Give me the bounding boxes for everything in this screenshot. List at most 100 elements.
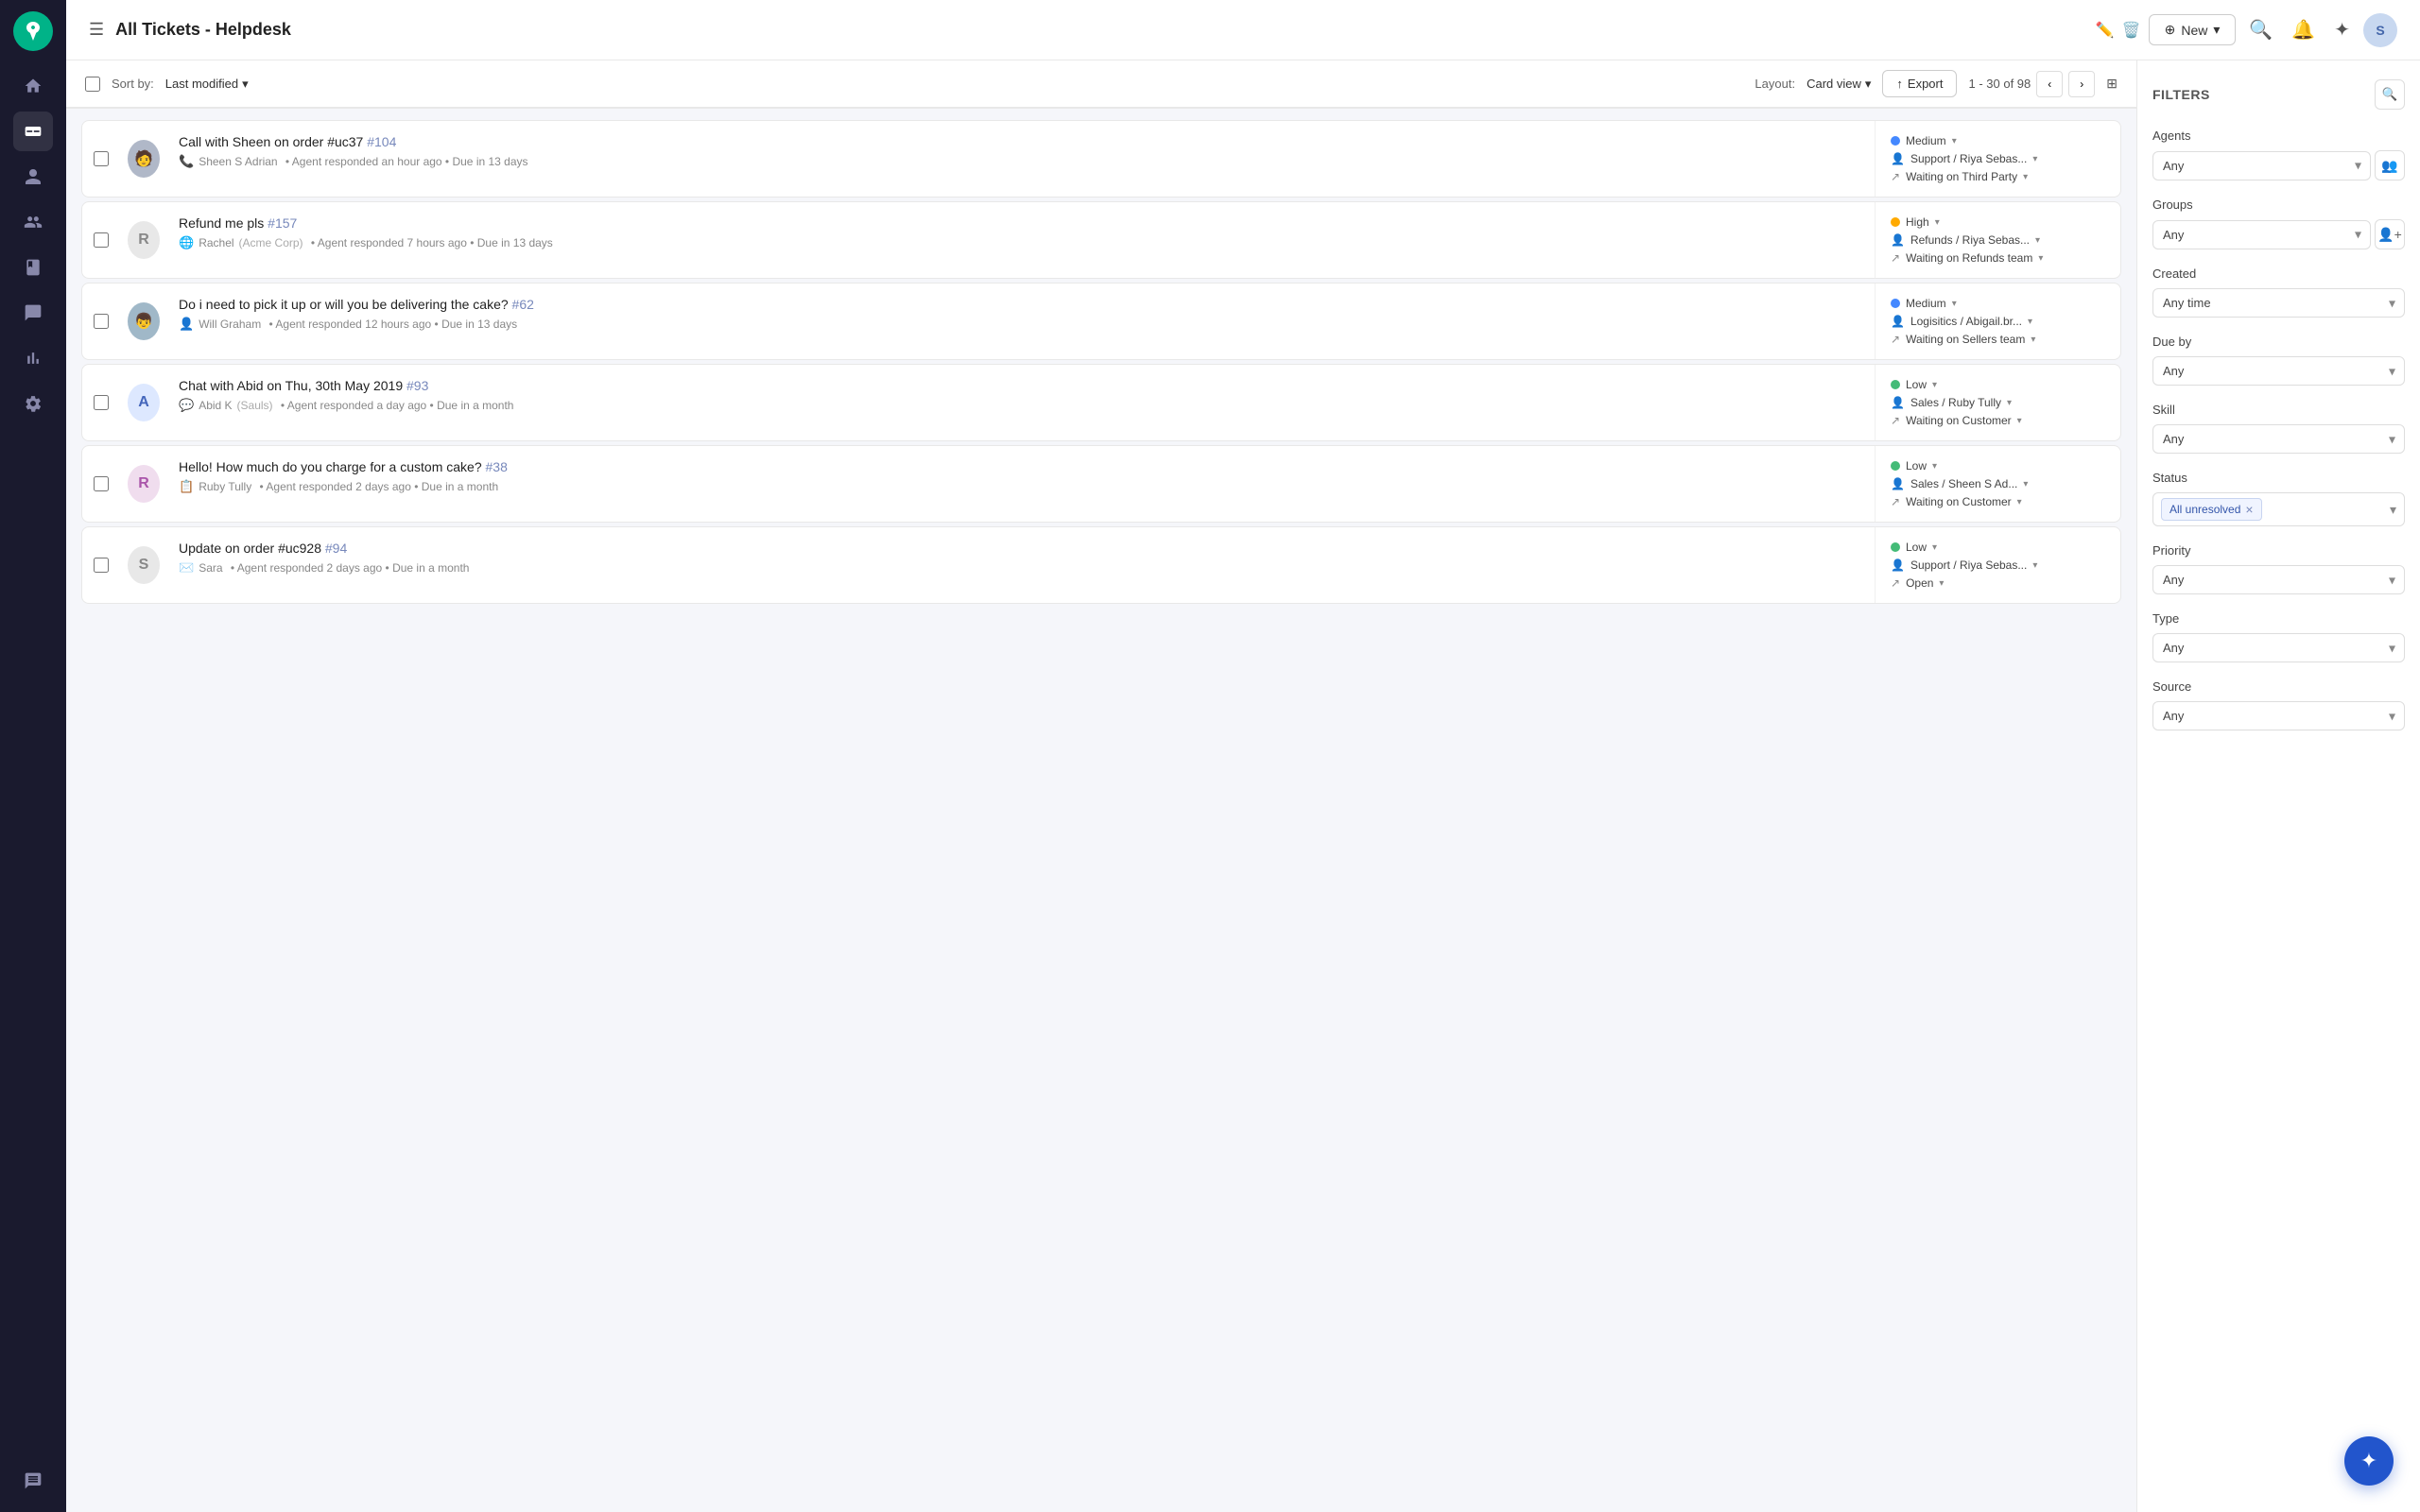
source-select[interactable]: Any: [2152, 701, 2405, 730]
groups-select[interactable]: Any: [2152, 220, 2371, 249]
priority-row[interactable]: Low ▾: [1891, 459, 2105, 472]
ticket-number: #93: [406, 378, 428, 393]
ticket-checkbox[interactable]: [94, 476, 109, 491]
sidebar-item-analytics[interactable]: [13, 338, 53, 378]
sidebar-item-knowledge[interactable]: [13, 248, 53, 287]
created-select[interactable]: Any time: [2152, 288, 2405, 318]
help-button[interactable]: ✦: [2344, 1436, 2394, 1486]
ticket-avatar: R: [120, 446, 167, 522]
sort-button[interactable]: Last modified ▾: [165, 77, 249, 92]
ticket-checkbox[interactable]: [94, 395, 109, 410]
status-row[interactable]: ↗ Waiting on Sellers team ▾: [1891, 333, 2105, 346]
skill-select[interactable]: Any: [2152, 424, 2405, 454]
team-row[interactable]: 👤 Refunds / Riya Sebas... ▾: [1891, 233, 2105, 247]
status-row[interactable]: ↗ Waiting on Customer ▾: [1891, 414, 2105, 427]
agents-select[interactable]: Any: [2152, 151, 2371, 180]
type-select[interactable]: Any: [2152, 633, 2405, 662]
ticket-card[interactable]: R Refund me pls #157 🌐 Rachel (Acme Corp…: [81, 201, 2121, 279]
priority-row[interactable]: Low ▾: [1891, 378, 2105, 391]
priority-row[interactable]: Low ▾: [1891, 541, 2105, 554]
sidebar-item-contacts[interactable]: [13, 157, 53, 197]
ai-button[interactable]: ✦: [2328, 12, 2356, 47]
trash-icon[interactable]: 🗑️: [2122, 21, 2141, 40]
priority-select[interactable]: Any: [2152, 565, 2405, 594]
status-dropdown-chevron[interactable]: ▾: [2390, 502, 2396, 518]
ticket-card[interactable]: S Update on order #uc928 #94 ✉️ Sara • A…: [81, 526, 2121, 604]
ticket-checkbox[interactable]: [94, 314, 109, 329]
ticket-card[interactable]: 👦 Do i need to pick it up or will you be…: [81, 283, 2121, 360]
sidebar-item-tickets[interactable]: [13, 112, 53, 151]
ticket-card[interactable]: A Chat with Abid on Thu, 30th May 2019 #…: [81, 364, 2121, 441]
priority-row[interactable]: Medium ▾: [1891, 134, 2105, 147]
status-icon: ↗: [1891, 251, 1900, 265]
priority-label: Medium: [1906, 134, 1946, 147]
filter-due-by: Due by Any: [2152, 335, 2405, 386]
export-icon: ↑: [1896, 77, 1903, 91]
menu-icon[interactable]: ☰: [89, 20, 104, 40]
due-by-select[interactable]: Any: [2152, 356, 2405, 386]
ticket-main: Hello! How much do you charge for a cust…: [167, 446, 1875, 522]
agents-assign-icon[interactable]: 👥: [2375, 150, 2405, 180]
layout-button[interactable]: Card view ▾: [1806, 77, 1871, 92]
sidebar-item-home[interactable]: [13, 66, 53, 106]
ticket-checkbox[interactable]: [94, 232, 109, 248]
content-area: Sort by: Last modified ▾ Layout: Card vi…: [66, 60, 2420, 1512]
prev-page-button[interactable]: ‹: [2036, 71, 2063, 97]
ticket-checkbox[interactable]: [94, 558, 109, 573]
status-chevron: ▾: [2031, 335, 2035, 345]
ticket-title: Chat with Abid on Thu, 30th May 2019 #93: [179, 378, 1863, 393]
search-button[interactable]: 🔍: [2243, 12, 2278, 47]
export-button[interactable]: ↑ Export: [1882, 70, 1957, 97]
status-label: Status: [2152, 471, 2405, 485]
next-page-button[interactable]: ›: [2068, 71, 2095, 97]
status-row[interactable]: ↗ Waiting on Refunds team ▾: [1891, 251, 2105, 265]
ticket-avatar: 👦: [120, 284, 167, 359]
ticket-title: Call with Sheen on order #uc37 #104: [179, 134, 1863, 149]
user-avatar[interactable]: S: [2363, 13, 2397, 47]
filter-agents: Agents Any 👥: [2152, 129, 2405, 180]
priority-row[interactable]: Medium ▾: [1891, 297, 2105, 310]
ticket-meta-detail: • Agent responded 2 days ago • Due in a …: [228, 561, 470, 575]
filter-search-button[interactable]: 🔍: [2375, 79, 2405, 110]
grid-view-icon[interactable]: ⊞: [2106, 76, 2118, 92]
sidebar-item-conversations[interactable]: [13, 293, 53, 333]
status-label: Waiting on Third Party: [1906, 170, 2017, 183]
ticket-right: Medium ▾ 👤 Logisitics / Abigail.br... ▾ …: [1875, 284, 2120, 359]
status-tag-remove[interactable]: ×: [2245, 503, 2253, 516]
team-row[interactable]: 👤 Sales / Sheen S Ad... ▾: [1891, 477, 2105, 490]
team-row[interactable]: 👤 Sales / Ruby Tully ▾: [1891, 396, 2105, 409]
status-row[interactable]: ↗ Waiting on Third Party ▾: [1891, 170, 2105, 183]
sort-label: Sort by:: [112, 77, 154, 91]
team-row[interactable]: 👤 Support / Riya Sebas... ▾: [1891, 152, 2105, 165]
sidebar-item-settings[interactable]: [13, 384, 53, 423]
toolbar-wrap: Sort by: Last modified ▾ Layout: Card vi…: [66, 60, 2136, 109]
ticket-card[interactable]: 🧑 Call with Sheen on order #uc37 #104 📞 …: [81, 120, 2121, 198]
new-button[interactable]: ⊕ New ▾: [2149, 14, 2237, 45]
status-icon: ↗: [1891, 576, 1900, 590]
ticket-checkbox-wrap: [82, 121, 120, 197]
ticket-card[interactable]: R Hello! How much do you charge for a cu…: [81, 445, 2121, 523]
priority-dot: [1891, 461, 1900, 471]
ticket-meta-detail: • Agent responded 7 hours ago • Due in 1…: [308, 236, 553, 249]
sidebar-item-org[interactable]: [13, 202, 53, 242]
team-icon: 👤: [1891, 396, 1905, 409]
status-row[interactable]: ↗ Waiting on Customer ▾: [1891, 495, 2105, 508]
edit-icon[interactable]: ✏️: [2096, 21, 2115, 40]
ticket-meta-detail: • Agent responded a day ago • Due in a m…: [278, 399, 514, 412]
ticket-checkbox[interactable]: [94, 151, 109, 166]
sidebar-item-chat[interactable]: [13, 1461, 53, 1501]
bell-button[interactable]: 🔔: [2286, 12, 2321, 47]
team-row[interactable]: 👤 Support / Riya Sebas... ▾: [1891, 558, 2105, 572]
groups-assign-icon[interactable]: 👤+: [2375, 219, 2405, 249]
select-all-checkbox[interactable]: [85, 77, 100, 92]
priority-dot: [1891, 136, 1900, 146]
priority-dot: [1891, 299, 1900, 308]
priority-row[interactable]: High ▾: [1891, 215, 2105, 229]
ticket-right: High ▾ 👤 Refunds / Riya Sebas... ▾ ↗ Wai…: [1875, 202, 2120, 278]
app-logo[interactable]: [13, 11, 53, 51]
agents-label: Agents: [2152, 129, 2405, 143]
team-row[interactable]: 👤 Logisitics / Abigail.br... ▾: [1891, 315, 2105, 328]
priority-chevron: ▾: [1932, 461, 1937, 472]
status-row[interactable]: ↗ Open ▾: [1891, 576, 2105, 590]
toolbar: Sort by: Last modified ▾ Layout: Card vi…: [66, 60, 2136, 108]
